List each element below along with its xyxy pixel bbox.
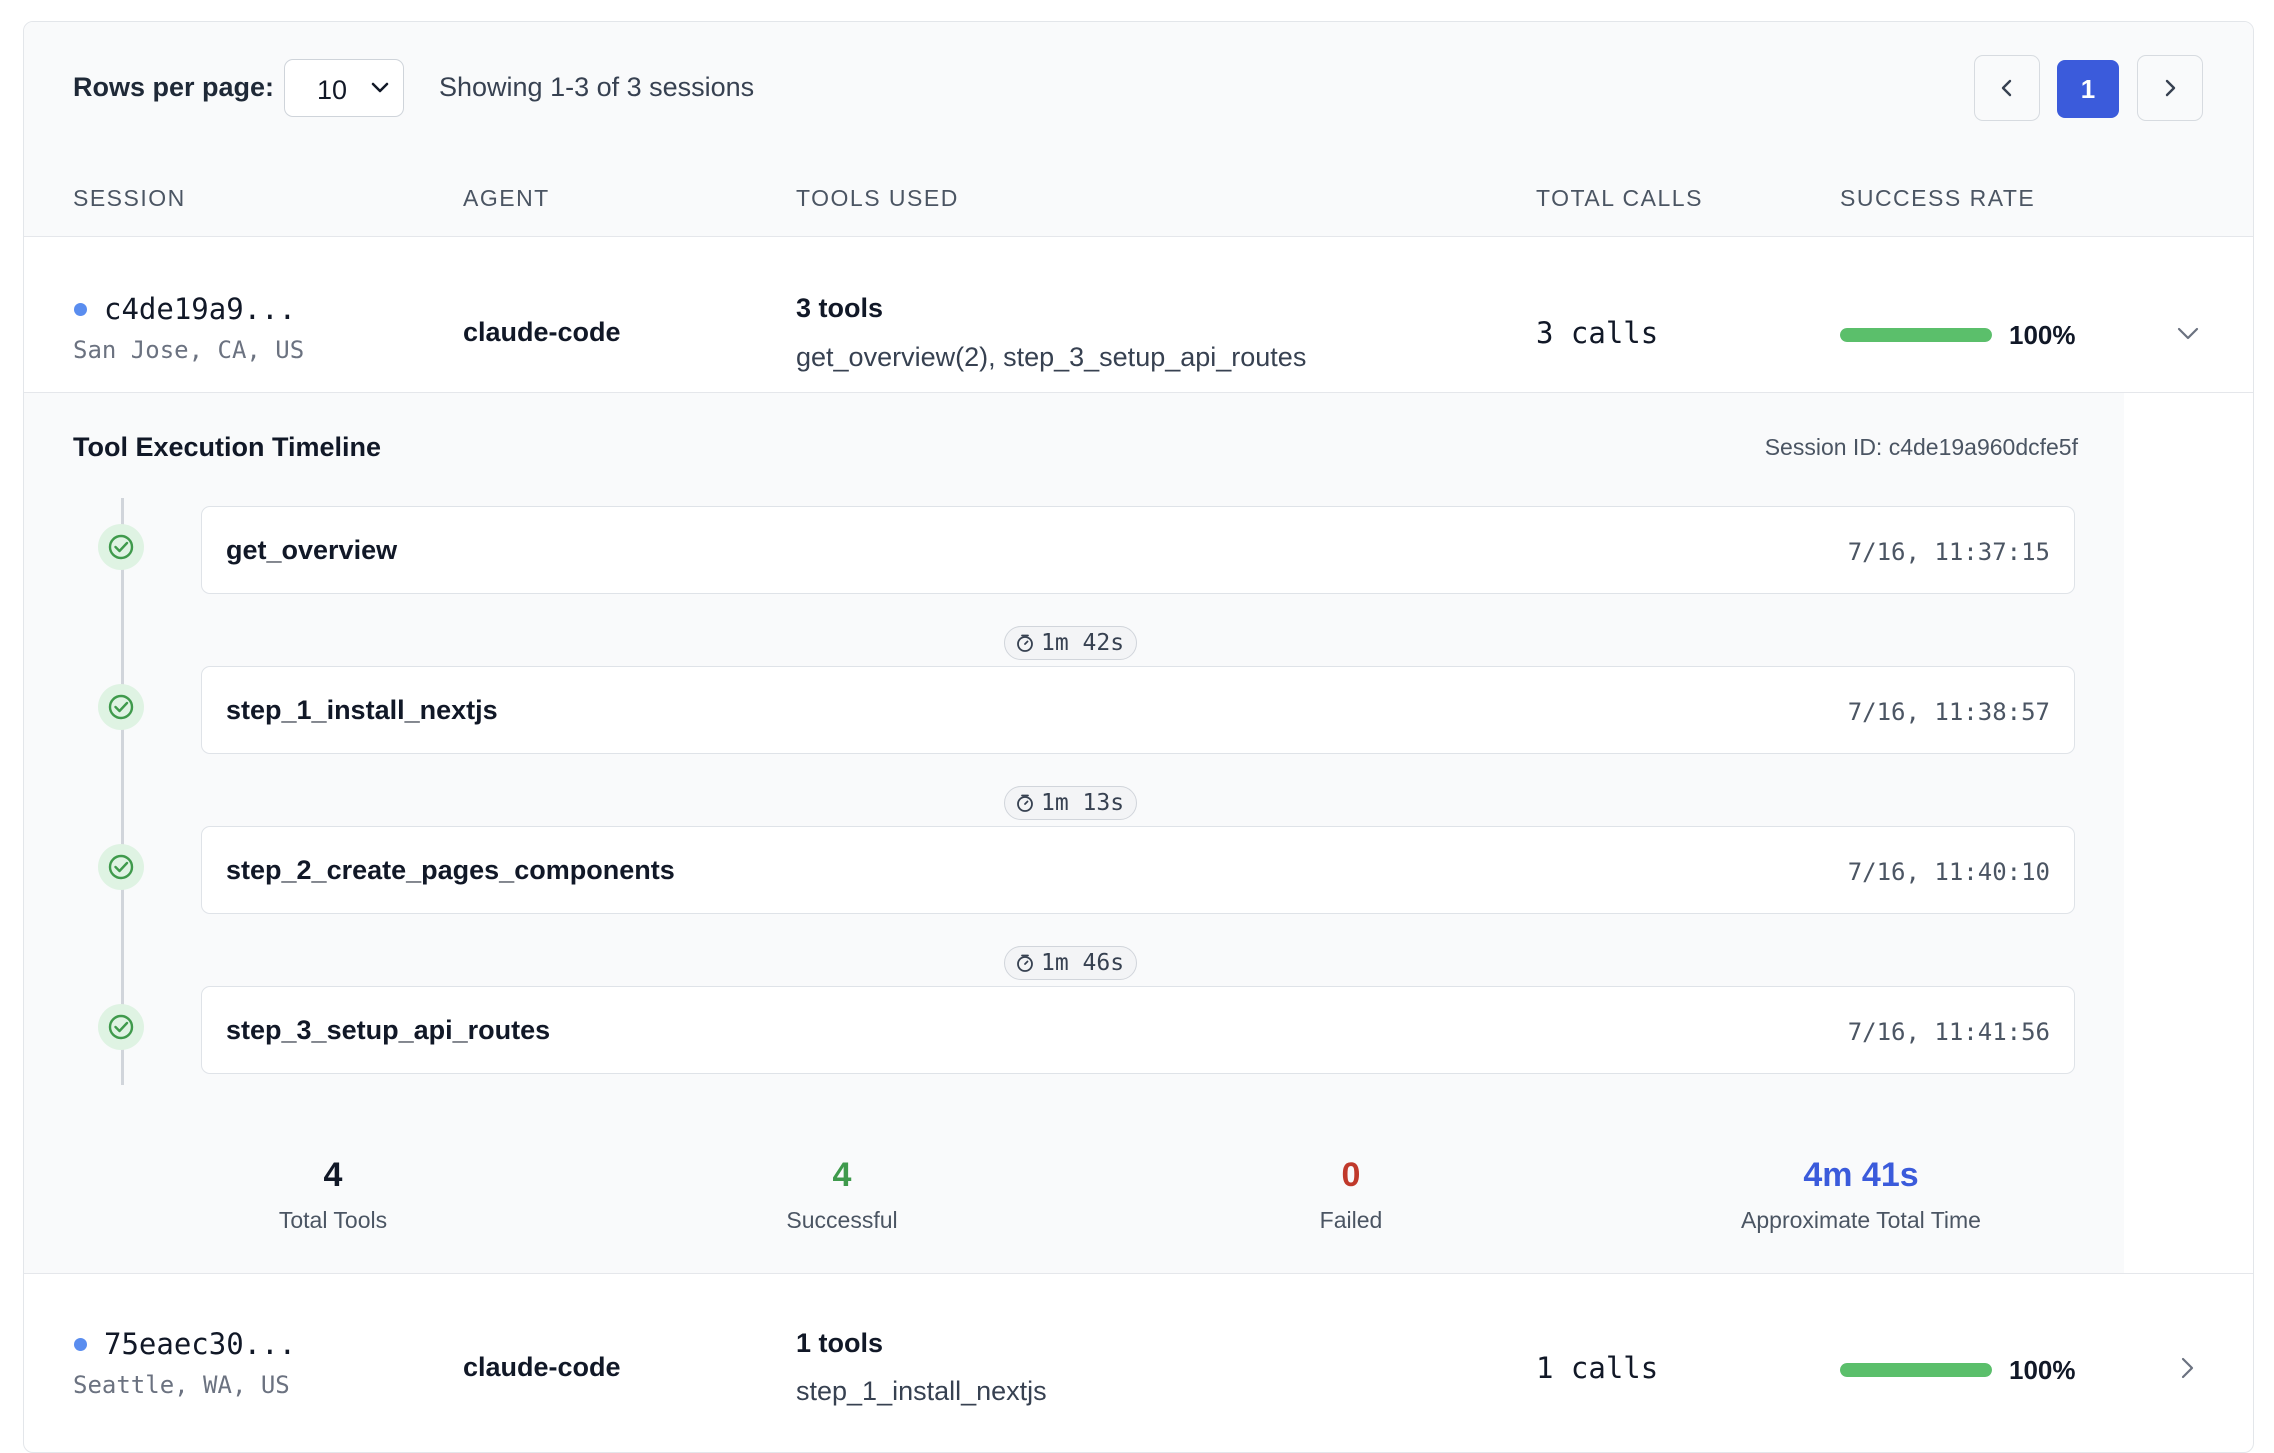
status-dot xyxy=(74,1338,87,1351)
page-1-button[interactable]: 1 xyxy=(2057,60,2119,118)
timeline-panel: Tool Execution Timeline Session ID: c4de… xyxy=(24,392,2124,1274)
agent-name: claude-code xyxy=(463,317,621,347)
step-time: 7/16, 11:41:56 xyxy=(1847,1018,2050,1046)
timeline-line xyxy=(121,498,124,1085)
chevron-down-icon xyxy=(371,82,389,93)
stat-label: Total Tools xyxy=(278,1207,388,1233)
status-dot xyxy=(74,303,87,316)
duration-badge: 1m 46s xyxy=(1004,946,1138,980)
next-page-button[interactable] xyxy=(2137,55,2203,121)
success-rate-bar xyxy=(1840,328,1992,342)
tools-list: get_overview(2), step_3_setup_api_routes xyxy=(796,342,1307,372)
timeline-step: step_3_setup_api_routes 7/16, 11:41:56 xyxy=(201,986,2075,1074)
stopwatch-icon xyxy=(1017,954,1033,972)
table-row[interactable]: 75eaec30... Seattle, WA, US claude-code … xyxy=(24,1273,2253,1429)
stat-value: 4 xyxy=(323,1156,343,1194)
stat-value: 0 xyxy=(1341,1156,1361,1194)
agent-name: claude-code xyxy=(463,1352,621,1382)
rows-per-page-value: 10 xyxy=(317,75,348,105)
chevron-right-icon xyxy=(2165,79,2176,97)
session-id: 75eaec30... xyxy=(104,1327,297,1361)
prev-page-button[interactable] xyxy=(1974,55,2040,121)
total-calls: 1 calls xyxy=(1536,1351,1659,1385)
rows-per-page-label: Rows per page: xyxy=(73,72,275,102)
showing-count: Showing 1-3 of 3 sessions xyxy=(439,72,755,102)
chevron-right-icon[interactable] xyxy=(2181,1357,2195,1379)
check-circle-icon xyxy=(98,1004,144,1050)
tools-list: step_1_install_nextjs xyxy=(796,1376,1047,1406)
table-row[interactable]: c4de19a9... San Jose, CA, US claude-code… xyxy=(24,237,2253,392)
stat-label: Failed xyxy=(1319,1207,1383,1233)
chevron-left-icon xyxy=(2001,79,2012,97)
column-agent: AGENT xyxy=(463,185,550,211)
session-location: Seattle, WA, US xyxy=(73,1371,290,1399)
duration-text: 1m 13s xyxy=(1041,790,1125,816)
success-rate-bar xyxy=(1840,1363,1992,1377)
timeline-step: get_overview 7/16, 11:37:15 xyxy=(201,506,2075,594)
timeline-panel-margin xyxy=(2124,392,2253,1274)
step-time: 7/16, 11:38:57 xyxy=(1847,698,2050,726)
column-session: SESSION xyxy=(73,185,186,211)
duration-badge: 1m 42s xyxy=(1004,626,1138,660)
column-success-rate: SUCCESS RATE xyxy=(1840,185,2036,211)
duration-badge: 1m 13s xyxy=(1004,786,1138,820)
table-header: SESSION AGENT TOOLS USED TOTAL CALLS SUC… xyxy=(24,155,2253,237)
success-rate-fill xyxy=(1840,328,1992,342)
success-rate-value: 100% xyxy=(2009,320,2076,350)
session-id: c4de19a9... xyxy=(104,292,297,326)
stat-label: Successful xyxy=(786,1207,898,1233)
check-circle-icon xyxy=(98,844,144,890)
step-name: step_3_setup_api_routes xyxy=(226,1015,551,1045)
session-location: San Jose, CA, US xyxy=(73,336,305,364)
stat-label: Approximate Total Time xyxy=(1741,1207,1981,1233)
timeline-step: step_1_install_nextjs 7/16, 11:38:57 xyxy=(201,666,2075,754)
stat-value: 4 xyxy=(832,1156,852,1194)
tools-count: 1 tools xyxy=(796,1328,884,1358)
tools-count: 3 tools xyxy=(796,293,884,323)
step-time: 7/16, 11:40:10 xyxy=(1847,858,2050,886)
success-rate-value: 100% xyxy=(2009,1355,2076,1385)
column-tools-used: TOOLS USED xyxy=(796,185,959,211)
duration-text: 1m 46s xyxy=(1041,950,1125,976)
stat-approximate-total-time: 4m 41s Approximate Total Time xyxy=(1711,1156,2011,1234)
step-time: 7/16, 11:37:15 xyxy=(1847,538,2050,566)
timeline-session-id: Session ID: c4de19a960dcfe5f xyxy=(1764,434,2078,460)
check-circle-icon xyxy=(98,524,144,570)
column-total-calls: TOTAL CALLS xyxy=(1536,185,1703,211)
stat-successful: 4 Successful xyxy=(692,1156,992,1234)
timeline-title: Tool Execution Timeline xyxy=(73,432,382,462)
duration-text: 1m 42s xyxy=(1041,630,1125,656)
stopwatch-icon xyxy=(1017,634,1033,652)
stopwatch-icon xyxy=(1017,794,1033,812)
chevron-down-icon[interactable] xyxy=(2177,327,2199,341)
rows-per-page-select[interactable]: 10 xyxy=(284,59,404,117)
stat-total-tools: 4 Total Tools xyxy=(183,1156,483,1234)
stat-value: 4m 41s xyxy=(1803,1156,1919,1194)
success-rate-fill xyxy=(1840,1363,1992,1377)
step-name: get_overview xyxy=(226,535,398,565)
timeline-step: step_2_create_pages_components 7/16, 11:… xyxy=(201,826,2075,914)
step-name: step_2_create_pages_components xyxy=(226,855,675,885)
total-calls: 3 calls xyxy=(1536,316,1659,350)
stat-failed: 0 Failed xyxy=(1201,1156,1501,1234)
check-circle-icon xyxy=(98,684,144,730)
step-name: step_1_install_nextjs xyxy=(226,695,498,725)
pagination-bar: Rows per page: 10 Showing 1-3 of 3 sessi… xyxy=(24,22,2253,156)
sessions-table-card: Rows per page: 10 Showing 1-3 of 3 sessi… xyxy=(23,21,2254,1453)
